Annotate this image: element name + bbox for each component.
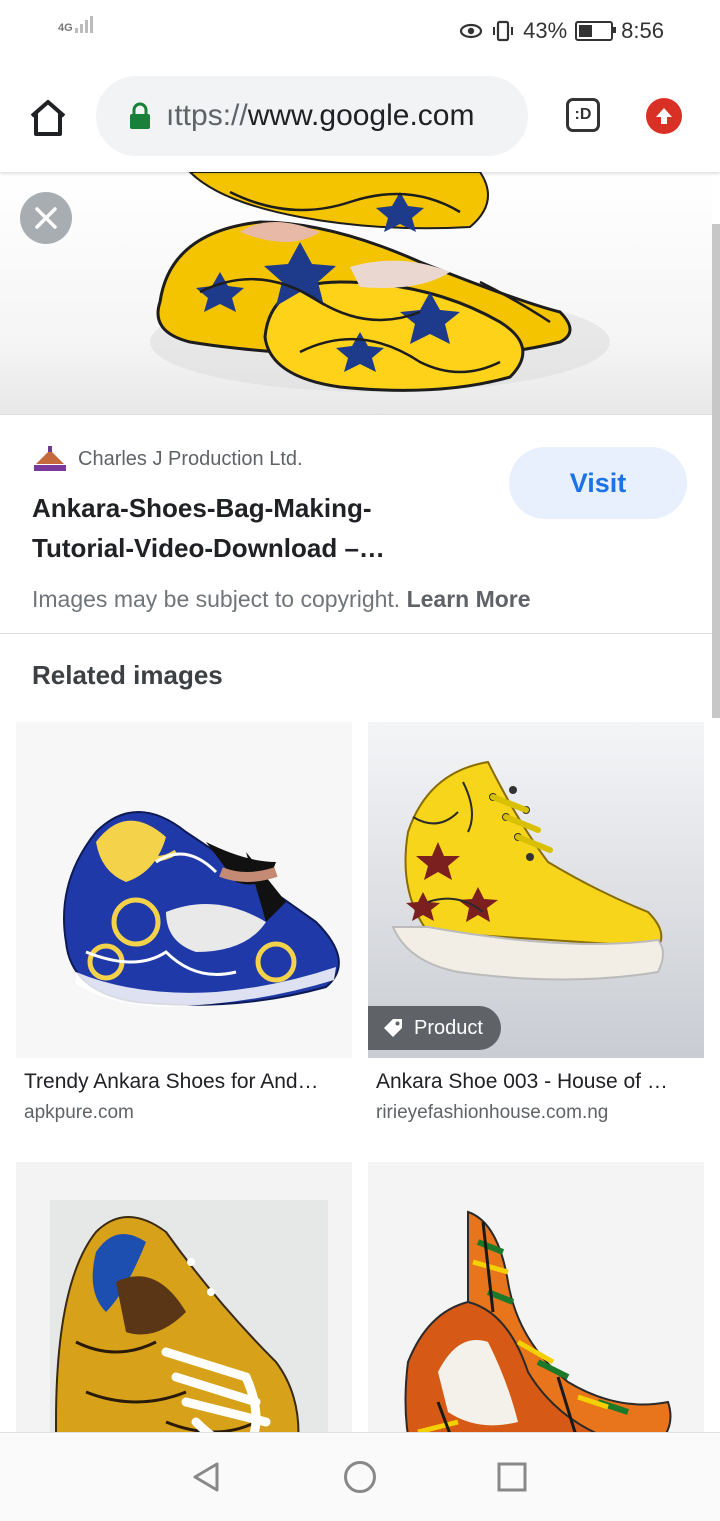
close-icon [35, 207, 57, 229]
update-button[interactable] [646, 98, 682, 134]
clock: 8:56 [621, 18, 664, 43]
back-icon [193, 1462, 219, 1492]
visit-button[interactable]: Visit [509, 447, 687, 519]
recents-button[interactable] [494, 1459, 530, 1495]
url-host: www.google.com [247, 99, 475, 132]
lock-icon [128, 101, 152, 131]
home-button[interactable] [24, 94, 72, 142]
home-nav-button[interactable] [342, 1459, 378, 1495]
browser-toolbar: ıttps://www.google.com :D [0, 62, 720, 172]
ankara-shoes-image [150, 172, 610, 392]
network-type: 4G [58, 22, 73, 34]
battery-icon [575, 21, 617, 41]
copyright-notice: Images may be subject to copyright. Lear… [32, 586, 531, 613]
related-image-card[interactable]: Trendy Ankara Shoes for And… apkpure.com [16, 722, 352, 1124]
source-name: Charles J Production Ltd. [78, 447, 303, 470]
source-row[interactable]: Charles J Production Ltd. [32, 444, 303, 474]
product-badge: Product [368, 1006, 501, 1050]
learn-more-link[interactable]: Learn More [407, 586, 531, 612]
tag-icon [384, 1019, 402, 1037]
result-title[interactable]: Ankara-Shoes-Bag-Making-Tutorial-Video-D… [32, 488, 462, 568]
recents-icon [497, 1462, 527, 1492]
page-scrollbar[interactable] [712, 224, 720, 718]
related-image-thumbnail[interactable] [16, 722, 352, 1058]
update-icon [656, 108, 672, 124]
related-image-title[interactable]: Ankara Shoe 003 - House of … [376, 1070, 696, 1094]
divider [0, 633, 712, 634]
signal-icon [74, 16, 93, 33]
product-badge-label: Product [414, 1016, 483, 1039]
blue-ankara-wedge-image [16, 722, 352, 1058]
related-image-title[interactable]: Trendy Ankara Shoes for And… [24, 1070, 344, 1094]
back-button[interactable] [188, 1459, 224, 1495]
related-images-heading: Related images [32, 660, 223, 690]
source-logo-icon [34, 446, 66, 471]
selected-image[interactable] [0, 172, 712, 415]
related-image-card[interactable]: Product Ankara Shoe 003 - House of … rir… [368, 722, 704, 1124]
system-navigation-bar [0, 1432, 720, 1521]
home-circle-icon [344, 1461, 376, 1493]
status-bar: 4G 43% 8:56 [0, 0, 720, 62]
tab-switcher-button[interactable]: :D [566, 98, 600, 132]
url-bar[interactable]: ıttps://www.google.com [96, 76, 528, 156]
battery-percent: 43% [523, 18, 568, 43]
url-text: ıttps://www.google.com [166, 99, 474, 133]
url-scheme: ıttps:// [166, 99, 248, 132]
related-image-domain: apkpure.com [24, 1102, 134, 1123]
copyright-text: Images may be subject to copyright. [32, 586, 401, 612]
eye-icon [460, 23, 483, 39]
related-image-thumbnail[interactable]: Product [368, 722, 704, 1058]
home-icon [30, 100, 66, 136]
close-button[interactable] [20, 192, 72, 244]
network-indicator: 4G [58, 16, 93, 34]
related-image-domain: ririeyefashionhouse.com.ng [376, 1102, 609, 1123]
vibrate-icon [493, 20, 514, 42]
tab-switcher-icon: :D [574, 106, 592, 123]
